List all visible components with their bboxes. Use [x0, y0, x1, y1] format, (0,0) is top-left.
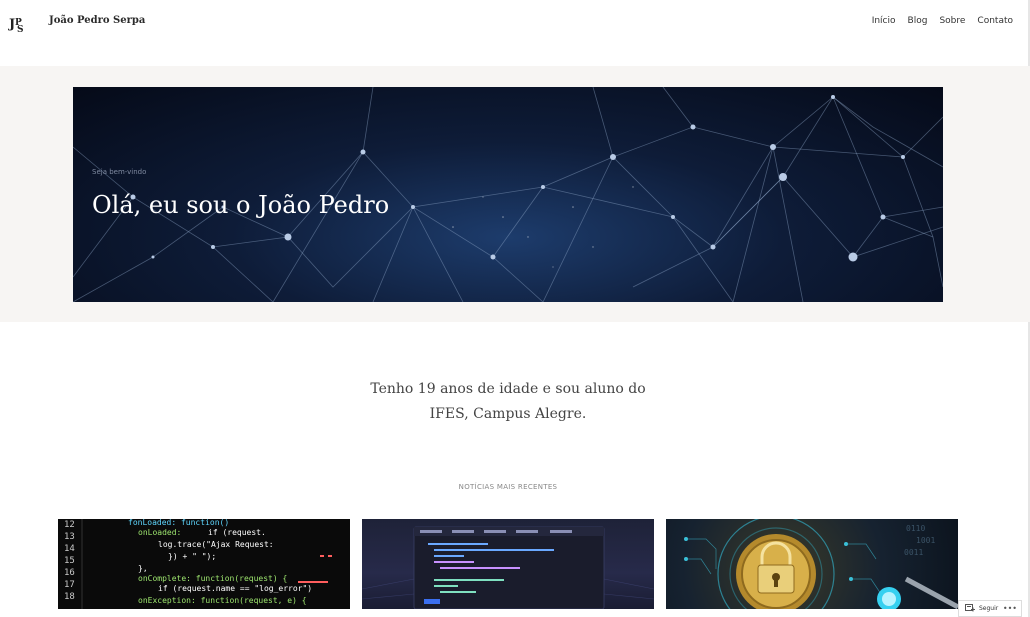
- svg-text:0110: 0110: [906, 524, 925, 533]
- dark-ide-image: [362, 526, 654, 609]
- nav-item-inicio[interactable]: Início: [872, 16, 896, 26]
- svg-text:S: S: [17, 25, 24, 34]
- svg-text:if (request.: if (request.: [208, 528, 266, 537]
- svg-text:1001: 1001: [916, 536, 935, 545]
- follow-button[interactable]: Seguir: [979, 605, 998, 612]
- intro-text: Tenho 19 anos de idade e sou aluno do IF…: [340, 377, 676, 427]
- hero-title: Olá, eu sou o João Pedro: [92, 191, 390, 219]
- site-header: J P S João Pedro Serpa Início Blog Sobre…: [0, 0, 1030, 66]
- post-card-2[interactable]: [362, 519, 654, 609]
- intro-line-1: Tenho 19 anos de idade e sou aluno do: [370, 381, 646, 397]
- hero-kicker: Seja bem-vindo: [92, 168, 147, 176]
- svg-text:0011: 0011: [904, 548, 923, 557]
- svg-text:17: 17: [64, 580, 75, 590]
- svg-text:16: 16: [64, 568, 75, 578]
- svg-text:},: },: [138, 564, 148, 573]
- svg-text:onComplete: function(request): onComplete: function(request) {: [138, 574, 287, 583]
- post-card-1[interactable]: 12 13 14 15 16 17 18 fonLoaded: function() on…: [58, 519, 350, 609]
- nav-item-contato[interactable]: Contato: [977, 16, 1013, 26]
- svg-text:if (request.name == "log_error: if (request.name == "log_error"): [158, 584, 312, 593]
- jps-monogram-icon[interactable]: J P S: [8, 12, 32, 34]
- svg-text:12: 12: [64, 520, 75, 530]
- hero-banner: Seja bem-vindo Olá, eu sou o João Pedro: [73, 87, 943, 302]
- follow-icon: [965, 604, 975, 612]
- svg-text:13: 13: [64, 532, 75, 542]
- bitcoin-lock-image: 0110 1001 0011: [684, 519, 958, 609]
- intro-line-2: IFES, Campus Alegre.: [429, 406, 587, 422]
- site-title[interactable]: João Pedro Serpa: [49, 15, 145, 26]
- svg-text:}) + " ");: }) + " ");: [168, 552, 216, 561]
- svg-text:log.trace("Ajax Request:: log.trace("Ajax Request:: [158, 540, 274, 549]
- nav-item-blog[interactable]: Blog: [908, 16, 928, 26]
- svg-text:18: 18: [64, 592, 75, 602]
- recent-posts-heading: NOTÍCIAS MAIS RECENTES: [458, 483, 558, 491]
- svg-text:fonLoaded: function(): fonLoaded: function(): [128, 519, 229, 527]
- main-nav: Início Blog Sobre Contato: [872, 16, 1013, 26]
- follow-widget[interactable]: Seguir •••: [958, 600, 1022, 617]
- code-editor-image: 12 13 14 15 16 17 18 fonLoaded: function() on…: [64, 519, 332, 609]
- nav-item-sobre[interactable]: Sobre: [939, 16, 965, 26]
- svg-text:onLoaded:: onLoaded:: [138, 528, 181, 537]
- svg-text:14: 14: [64, 544, 75, 554]
- more-options-icon[interactable]: •••: [1003, 604, 1017, 613]
- post-card-3[interactable]: 0110 1001 0011: [666, 519, 958, 609]
- svg-text:onException: function(request,: onException: function(request, e) {: [138, 596, 307, 605]
- svg-text:15: 15: [64, 556, 75, 566]
